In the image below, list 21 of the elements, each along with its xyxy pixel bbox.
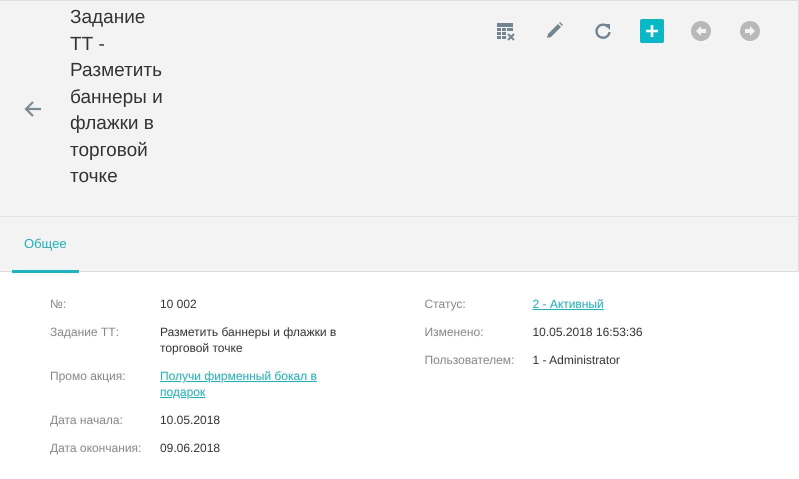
field-label: Дата начала: xyxy=(50,412,124,428)
field-label: Промо акция: xyxy=(50,368,127,385)
field-label: Дата окончания: xyxy=(50,440,142,456)
field-value: 10.05.2018 16:53:36 xyxy=(532,325,643,339)
field-value: 09.06.2018 xyxy=(160,441,220,455)
tab[interactable]: Общее xyxy=(12,217,79,273)
field-link[interactable]: 2 - Активный xyxy=(532,296,604,312)
page-title: Задание ТТ - Разметить баннеры и флажки в торговой точке xyxy=(70,6,164,189)
field-label: Статус: xyxy=(424,296,467,312)
field-label: Пользователем: xyxy=(424,352,516,368)
field-link[interactable]: Получи фирменный бокал в подарок xyxy=(160,368,350,400)
refresh-icon xyxy=(592,21,612,41)
table-clear-icon xyxy=(494,21,514,41)
field-value: 1 - Administrator xyxy=(532,353,620,367)
field-label: Изменено: xyxy=(424,324,484,340)
field-value: 10 002 xyxy=(160,297,197,311)
field-value: 10.05.2018 xyxy=(160,413,220,427)
field-label: Задание ТТ: xyxy=(50,324,120,341)
field-value: Разметить баннеры и флажки в торговой точке xyxy=(160,325,336,355)
add-icon xyxy=(640,19,664,43)
field-label: №: xyxy=(50,296,68,312)
